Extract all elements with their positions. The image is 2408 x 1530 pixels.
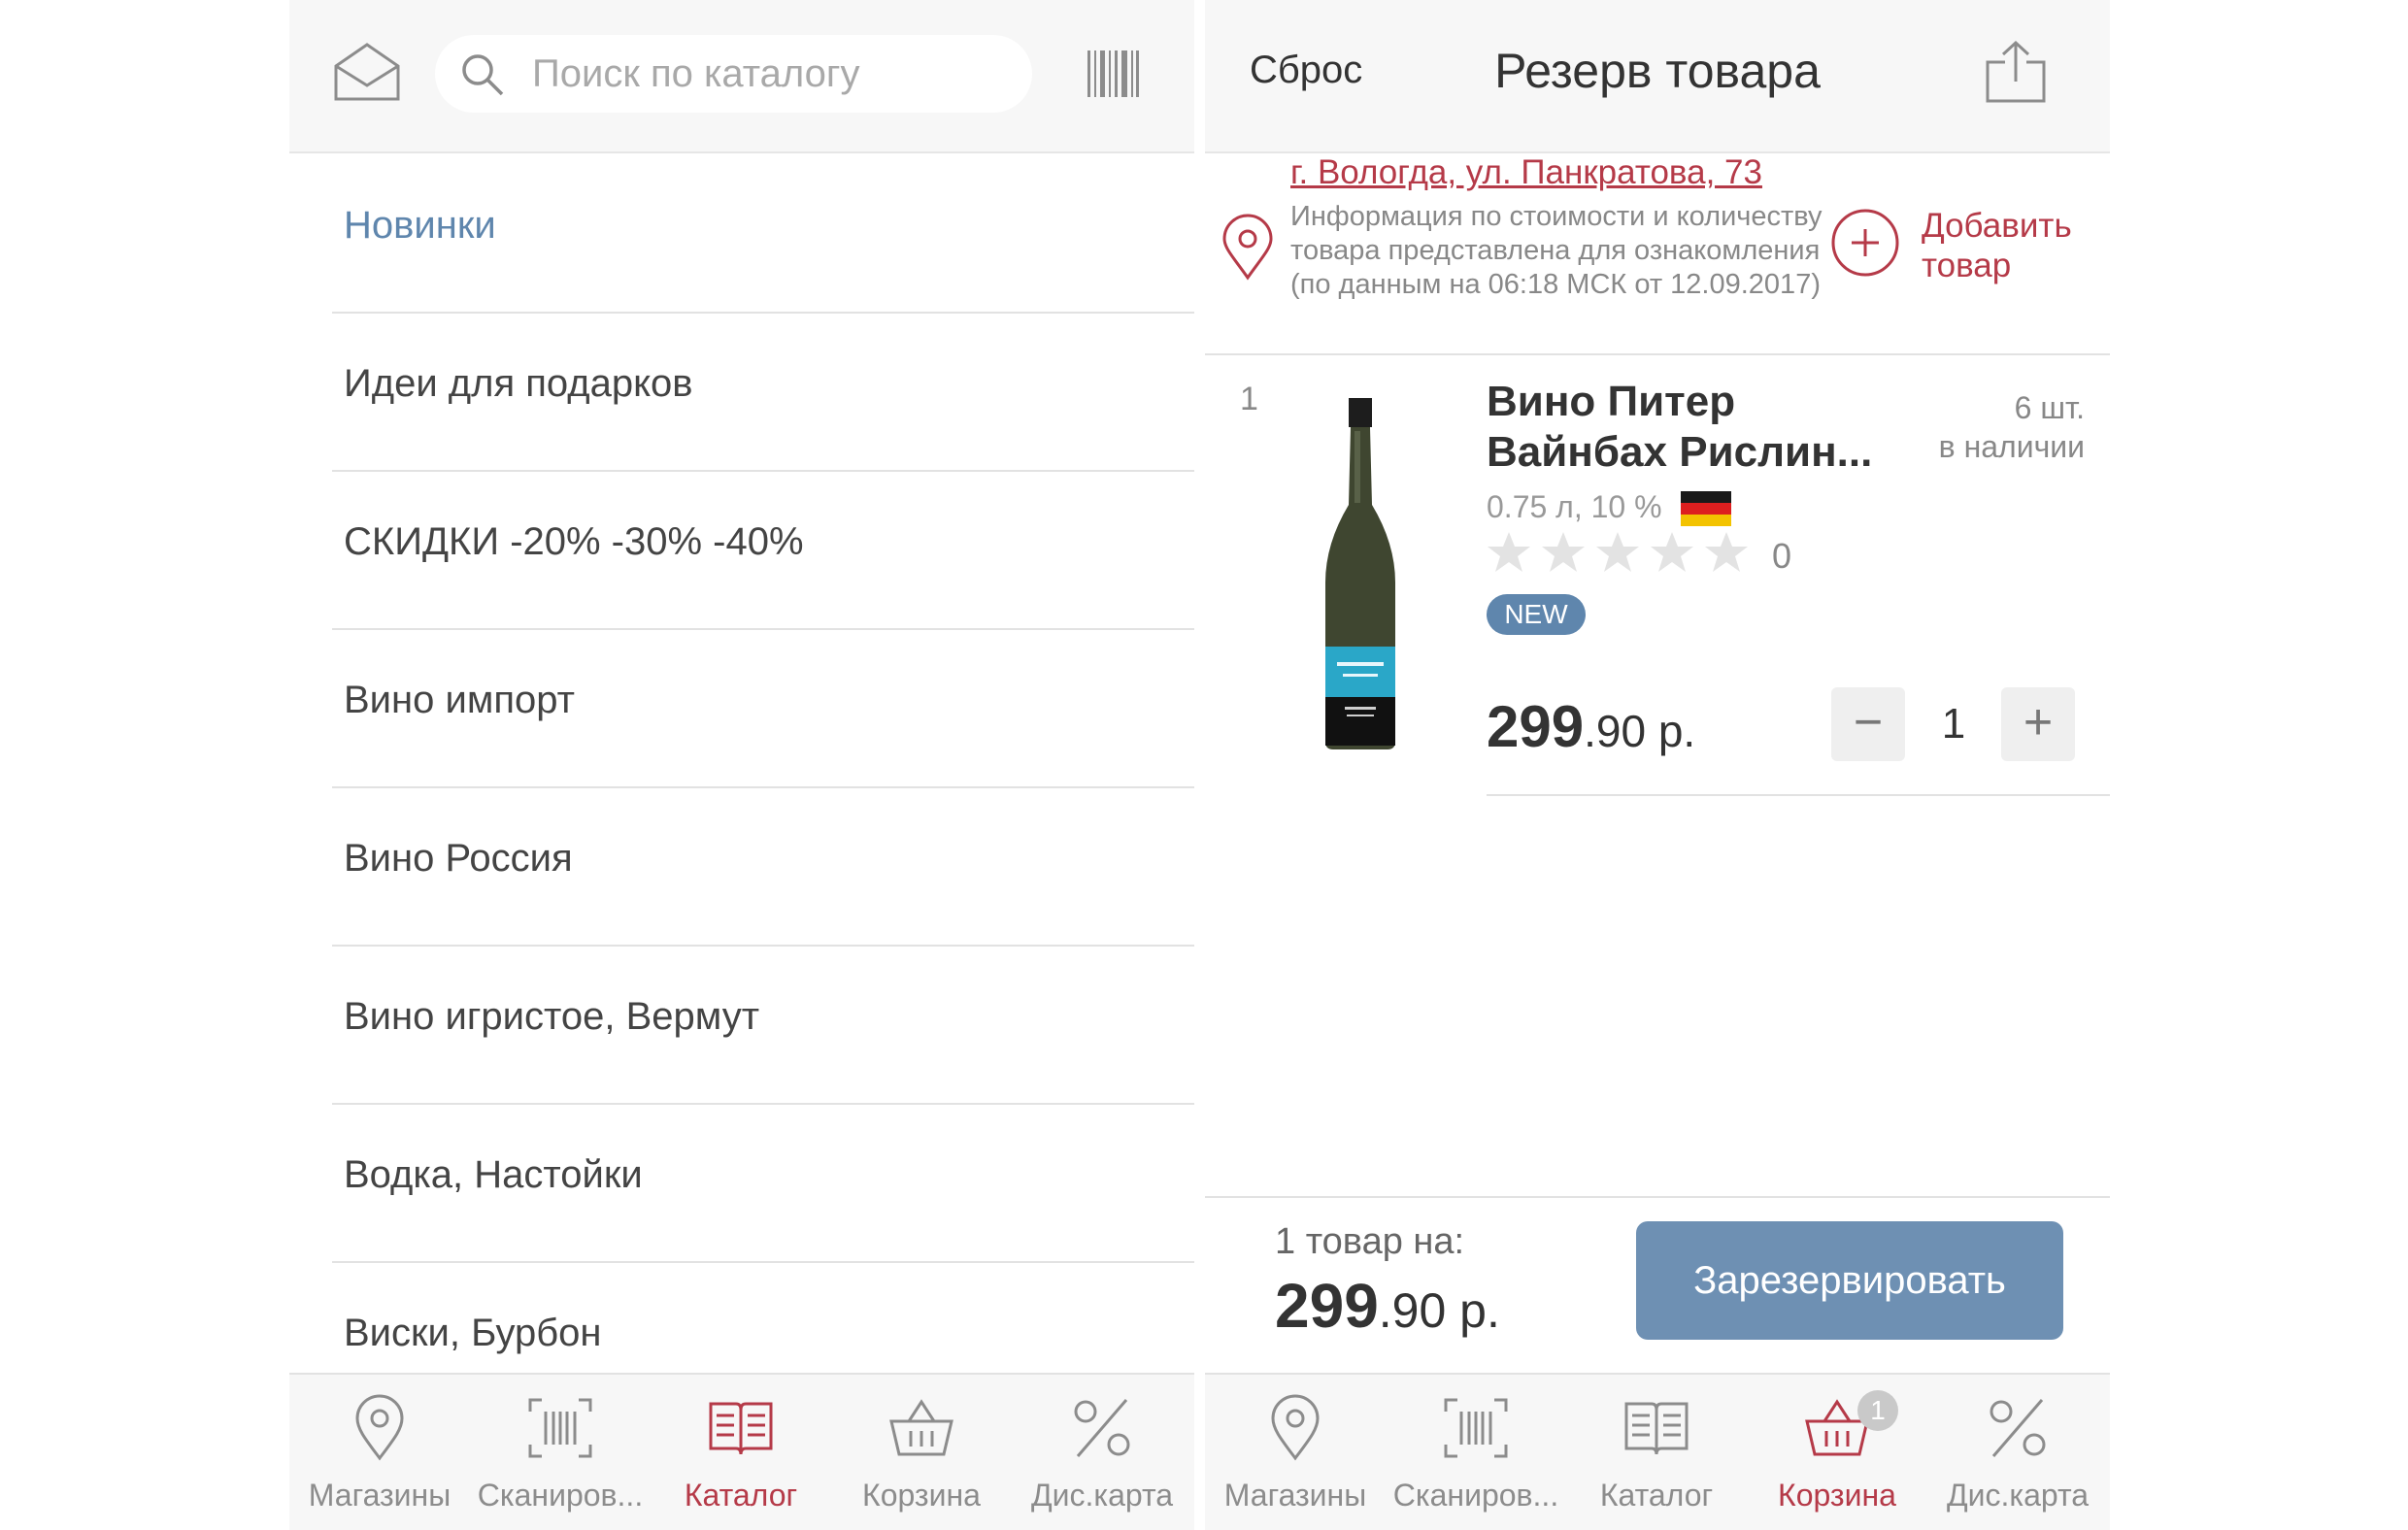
tab-label: Сканиров... [1392,1478,1559,1513]
category-label: Идеи для подарков [344,362,693,405]
category-label: Новинки [344,204,496,247]
barcode-scan-icon [1442,1394,1510,1462]
price-info-text: Информация по стоимости и количеству тов… [1290,201,1823,300]
barcode-scan-icon [526,1394,594,1462]
tab-label: Дис.карта [1946,1478,2090,1513]
category-label: Виски, Бурбон [344,1312,602,1354]
search-input[interactable]: Поиск по каталогу [532,52,859,96]
germany-flag-icon [1681,491,1731,526]
tab-scan[interactable]: Сканиров... [1386,1375,1566,1530]
add-product-button[interactable]: Добавить товар [1922,206,2106,285]
page-title: Резерв товара [1494,44,1821,98]
barcode-icon[interactable] [1086,47,1140,101]
category-item[interactable]: Вино игристое, Вермут [332,945,1194,1105]
tab-label: Дис.карта [1030,1478,1174,1513]
star-icon [1650,530,1694,575]
store-address-link[interactable]: г. Вологда, ул. Панкратова, 73 [1290,153,1762,192]
star-icon [1541,530,1586,575]
price-fraction: .90 р. [1584,706,1696,756]
tab-label: Магазины [308,1478,452,1513]
total-price-fraction: .90 р. [1378,1283,1500,1338]
add-circle-icon[interactable] [1830,208,1900,278]
stock-info: 6 шт. в наличии [1890,388,2085,466]
catalog-book-icon [1622,1394,1690,1462]
quantity-value[interactable]: 1 [1906,687,2001,761]
wine-bottle-image[interactable] [1312,398,1409,749]
reserve-header: Сброс Резерв товара [1205,0,2110,153]
category-item[interactable]: Новинки [332,153,1194,314]
map-pin-icon [1261,1394,1329,1462]
tab-label: Сканиров... [477,1478,644,1513]
star-icon [1487,530,1531,575]
rating-stars [1487,530,1797,577]
tab-label: Каталог [684,1478,798,1513]
reserve-button[interactable]: Зарезервировать [1636,1221,2063,1340]
tab-cart[interactable]: 1 Корзина [1747,1375,1927,1530]
category-label: СКИДКИ -20% -30% -40% [344,520,804,563]
tab-cart[interactable]: Корзина [831,1375,1012,1530]
category-item[interactable]: Идеи для подарков [332,312,1194,472]
category-label: Вино игристое, Вермут [344,995,760,1038]
product-price: 299.90 р. [1487,693,1695,760]
category-label: Вино Россия [344,837,573,880]
search-field[interactable]: Поиск по каталогу [435,35,1032,113]
tab-catalog[interactable]: Каталог [651,1375,831,1530]
item-index: 1 [1240,381,1258,417]
tab-stores[interactable]: Магазины [289,1375,470,1530]
category-item[interactable]: Водка, Настойки [332,1103,1194,1263]
total-price-integer: 299 [1275,1271,1379,1341]
tab-catalog[interactable]: Каталог [1566,1375,1747,1530]
star-icon [1704,530,1749,575]
tab-bar: Магазины Сканиров... Каталог [1205,1373,2110,1530]
divider [1487,794,2110,796]
stock-label: в наличии [1938,429,2085,464]
catalog-header: Поиск по каталогу [289,0,1194,153]
category-label: Водка, Настойки [344,1153,643,1196]
quantity-decrease-button[interactable]: − [1831,687,1905,761]
total-label: 1 товар на: [1275,1221,1465,1262]
tab-label: Магазины [1223,1478,1367,1513]
new-badge: NEW [1487,594,1586,635]
star-icon [1595,530,1640,575]
catalog-screen: Поиск по каталогу Новинки Идеи для подар… [289,0,1194,1530]
category-item[interactable]: Вино Россия [332,786,1194,947]
rating-count: 0 [1772,536,1792,576]
percent-icon [1068,1394,1136,1462]
map-pin-icon [346,1394,414,1462]
tab-discount-card[interactable]: Дис.карта [1927,1375,2108,1530]
share-icon[interactable] [1982,39,2050,107]
divider [1205,353,2110,355]
tab-stores[interactable]: Магазины [1205,1375,1386,1530]
quantity-increase-button[interactable]: + [2001,687,2075,761]
divider [1205,1196,2110,1198]
catalog-book-icon [707,1394,775,1462]
cart-count-badge: 1 [1857,1390,1898,1431]
tab-bar: Магазины Сканиров... Каталог [289,1373,1194,1530]
tab-label: Корзина [862,1478,981,1513]
category-label: Вино импорт [344,679,575,721]
percent-icon [1984,1394,2052,1462]
product-name[interactable]: Вино Питер Вайнбах Рислин... [1487,377,1914,478]
tab-discount-card[interactable]: Дис.карта [1012,1375,1192,1530]
basket-icon [887,1394,955,1462]
total-price: 299.90 р. [1275,1270,1500,1342]
tab-scan[interactable]: Сканиров... [470,1375,651,1530]
product-volume-abv: 0.75 л, 10 % [1487,489,1662,524]
stock-quantity: 6 шт. [2014,390,2085,425]
category-item[interactable]: Вино импорт [332,628,1194,788]
price-integer: 299 [1487,694,1585,759]
category-item[interactable]: СКИДКИ -20% -30% -40% [332,470,1194,630]
mail-icon[interactable] [330,37,404,111]
reserve-screen: Сброс Резерв товара г. Вологда, ул. Панк… [1205,0,2110,1530]
store-location-icon [1219,214,1277,282]
search-icon [460,52,505,97]
tab-label: Корзина [1778,1478,1896,1513]
tab-label: Каталог [1599,1478,1714,1513]
